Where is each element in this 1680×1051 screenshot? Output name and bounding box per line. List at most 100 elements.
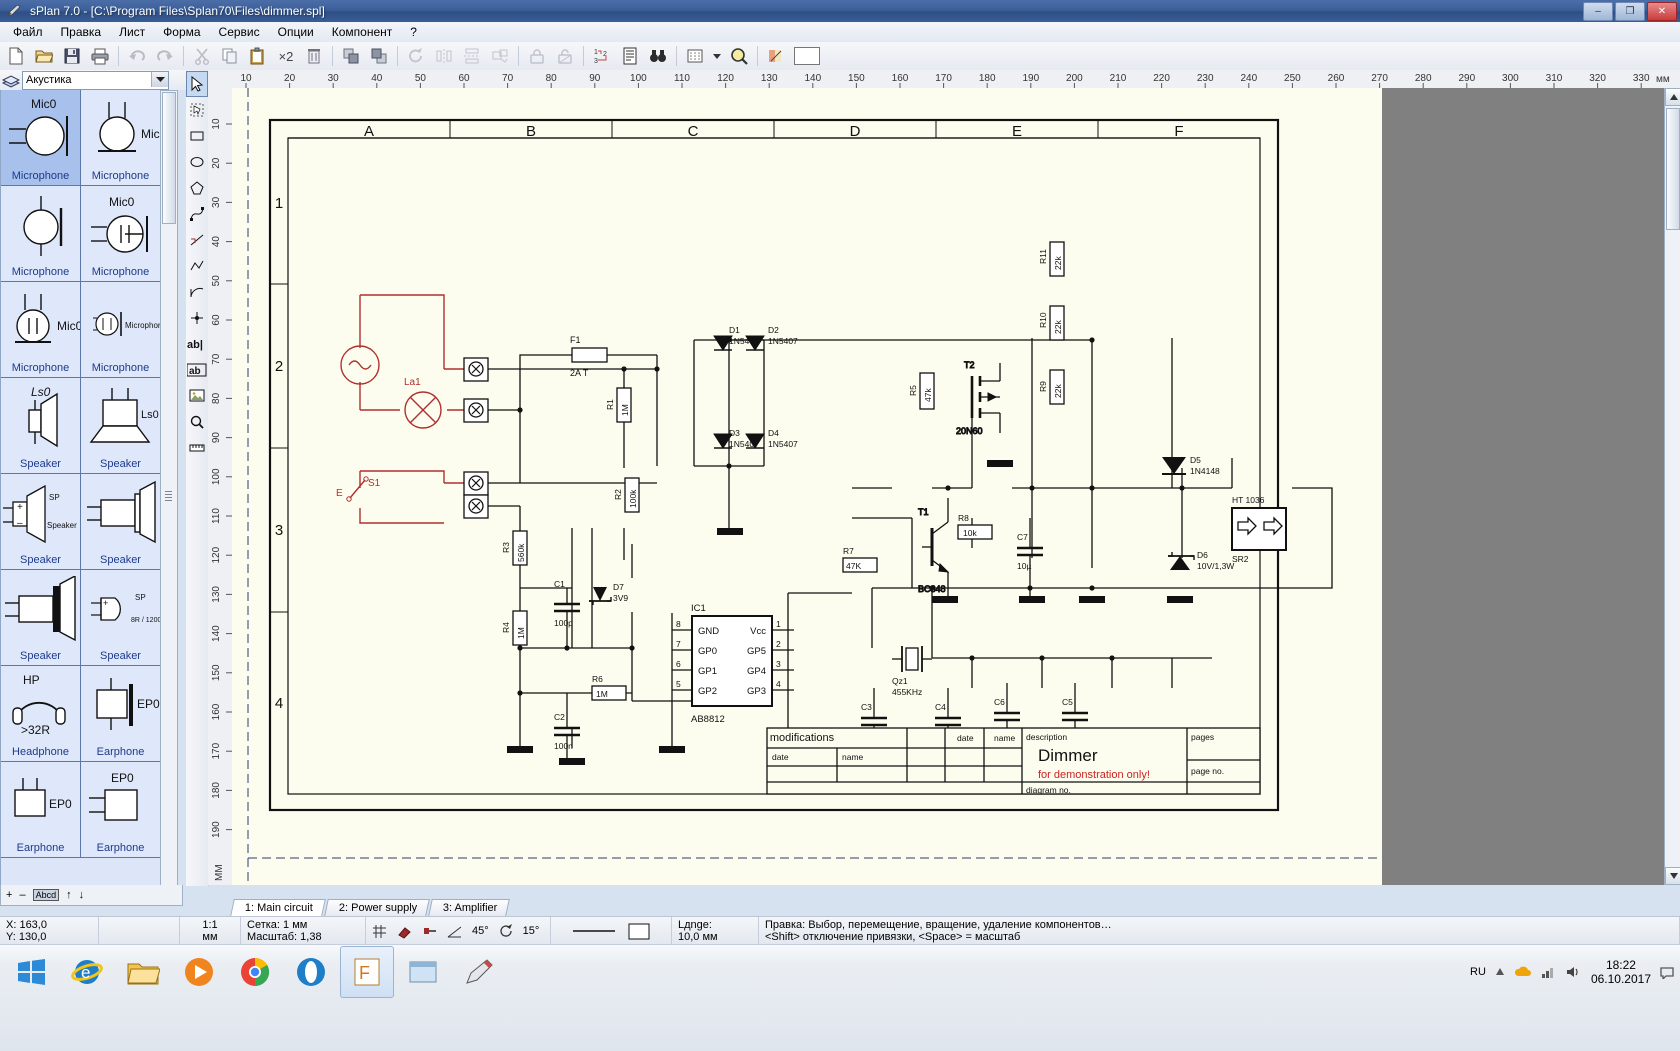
chevron-down-icon[interactable] xyxy=(151,71,168,87)
text-tool[interactable]: ab| xyxy=(186,331,208,357)
show-hidden-icons-icon[interactable] xyxy=(1495,967,1505,977)
minimize-button[interactable]: – xyxy=(1583,2,1613,21)
polyline-tool[interactable] xyxy=(186,253,208,279)
grid-toggle-icon[interactable] xyxy=(372,924,387,939)
file-explorer-icon[interactable] xyxy=(116,946,170,998)
auto-number-icon[interactable]: 123 xyxy=(589,43,615,69)
media-player-icon[interactable] xyxy=(172,946,226,998)
rename-component-button[interactable]: Abcd xyxy=(32,889,60,901)
grid-dropdown-chevron-down-icon[interactable] xyxy=(710,43,724,69)
network-icon[interactable] xyxy=(1541,965,1557,979)
zoom-magnifier-icon[interactable] xyxy=(726,43,752,69)
eraser-icon[interactable] xyxy=(397,924,412,939)
remove-component-button[interactable]: – xyxy=(19,889,25,901)
mirror-vertical-icon[interactable] xyxy=(459,43,485,69)
unlock-icon[interactable] xyxy=(552,43,578,69)
menu-item-file[interactable]: Файл xyxy=(4,23,52,41)
splan-icon[interactable]: F xyxy=(340,946,394,998)
volume-icon[interactable] xyxy=(1566,965,1582,979)
bring-to-front-icon[interactable] xyxy=(338,43,364,69)
palette-item-speaker-3[interactable]: + – SP Speaker Speaker xyxy=(1,474,81,570)
palette-item-microphone-1[interactable]: Mic0 Microphone xyxy=(1,90,81,186)
ellipse-tool[interactable] xyxy=(186,149,208,175)
action-center-icon[interactable] xyxy=(1660,965,1674,979)
tray-language[interactable]: RU xyxy=(1470,966,1486,978)
palette-item-speaker-1[interactable]: Ls0 Speaker xyxy=(1,378,81,474)
move-down-button[interactable]: ↓ xyxy=(79,889,85,901)
start-button-icon[interactable] xyxy=(4,946,58,998)
menu-item-options[interactable]: Опции xyxy=(269,23,323,41)
tab-power-supply[interactable]: 2: Power supply xyxy=(324,899,430,916)
scrollbar-thumb[interactable] xyxy=(1666,108,1680,230)
tab-amplifier[interactable]: 3: Amplifier xyxy=(428,899,511,916)
palette-item-headphone-1[interactable]: HP >32R Headphone xyxy=(1,666,81,762)
taskbar-clock[interactable]: 18:22 06.10.2017 xyxy=(1591,958,1651,986)
find-binoculars-icon[interactable] xyxy=(645,43,671,69)
new-file-icon[interactable] xyxy=(3,43,29,69)
line-style-icon[interactable] xyxy=(572,927,616,935)
undo-icon[interactable] xyxy=(124,43,150,69)
drawing-sheet[interactable]: ABC DEF 1234 La1 S1 E F1 2A T D1 1N5407 … xyxy=(232,88,1382,885)
rotate-step-icon[interactable] xyxy=(499,924,513,938)
canvas-vertical-scrollbar[interactable] xyxy=(1664,88,1680,885)
group-icon[interactable] xyxy=(487,43,513,69)
junction-tool[interactable] xyxy=(186,305,208,331)
palette-item-microphone-2[interactable]: Mic0 Microphone xyxy=(81,90,161,186)
schematic-drawing[interactable]: ABC DEF 1234 La1 S1 E F1 2A T D1 1N5407 … xyxy=(232,88,1382,885)
close-button[interactable]: ✕ xyxy=(1647,2,1677,21)
save-file-icon[interactable] xyxy=(59,43,85,69)
line-tool[interactable] xyxy=(186,227,208,253)
internet-explorer-icon[interactable]: e xyxy=(60,946,114,998)
delete-icon[interactable] xyxy=(301,43,327,69)
select-tool[interactable] xyxy=(186,71,208,97)
cut-icon[interactable] xyxy=(189,43,215,69)
rectangle-tool[interactable] xyxy=(186,123,208,149)
scroll-up-arrow-icon[interactable] xyxy=(1665,88,1680,106)
polygon-tool[interactable] xyxy=(186,175,208,201)
angle-snap-icon[interactable] xyxy=(447,925,462,938)
fill-style-icon[interactable] xyxy=(628,922,650,940)
measure-ruler-tool[interactable] xyxy=(186,435,208,461)
textbox-tool[interactable]: ab xyxy=(186,357,208,383)
palette-item-microphone-4[interactable]: Mic0 Microphone xyxy=(81,186,161,282)
zoom-tool[interactable] xyxy=(186,409,208,435)
palette-item-speaker-5[interactable]: Speaker xyxy=(1,570,81,666)
parts-list-icon[interactable] xyxy=(617,43,643,69)
copy-icon[interactable] xyxy=(217,43,243,69)
palette-item-microphone-5[interactable]: Mic0 Microphone xyxy=(1,282,81,378)
scroll-down-arrow-icon[interactable] xyxy=(1665,867,1680,885)
schematic-canvas[interactable]: ABC DEF 1234 La1 S1 E F1 2A T D1 1N5407 … xyxy=(232,88,1664,885)
send-to-back-icon[interactable] xyxy=(366,43,392,69)
menu-item-component[interactable]: Компонент xyxy=(323,23,402,41)
maximize-button[interactable]: ❐ xyxy=(1615,2,1645,21)
palette-item-speaker-4[interactable]: Speaker xyxy=(81,474,161,570)
palette-item-earphone-3[interactable]: EP0 Earphone xyxy=(81,762,161,858)
arc-tool[interactable] xyxy=(186,279,208,305)
pin-icon[interactable] xyxy=(422,924,437,939)
marquee-select-tool[interactable] xyxy=(186,97,208,123)
menu-item-service[interactable]: Сервис xyxy=(210,23,269,41)
menu-item-edit[interactable]: Правка xyxy=(52,23,111,41)
bezier-tool[interactable] xyxy=(186,201,208,227)
menu-item-sheet[interactable]: Лист xyxy=(110,23,154,41)
image-tool[interactable] xyxy=(186,383,208,409)
redo-icon[interactable] xyxy=(152,43,178,69)
paste-icon[interactable] xyxy=(245,43,271,69)
move-up-button[interactable]: ↑ xyxy=(66,889,72,901)
palette-item-earphone-2[interactable]: EP0 Earphone xyxy=(1,762,81,858)
color-swatch-icon[interactable] xyxy=(791,43,823,69)
palette-scrollbar-grip[interactable] xyxy=(165,491,172,503)
rotate-icon[interactable] xyxy=(403,43,429,69)
chrome-icon[interactable] xyxy=(228,946,282,998)
folder-window-icon[interactable] xyxy=(396,946,450,998)
library-select[interactable]: Акустика xyxy=(22,70,169,90)
menu-item-help[interactable]: ? xyxy=(401,23,426,41)
opera-icon[interactable] xyxy=(284,946,338,998)
onedrive-icon[interactable] xyxy=(1514,965,1532,979)
open-file-icon[interactable] xyxy=(31,43,57,69)
palette-item-microphone-6[interactable]: Microphone Microphone xyxy=(81,282,161,378)
mirror-horizontal-icon[interactable] xyxy=(431,43,457,69)
palette-scrollbar-thumb[interactable] xyxy=(162,92,176,224)
palette-item-buzzer-1[interactable]: + SP 8R / 1200Hz Speaker xyxy=(81,570,161,666)
duplicate-x2-icon[interactable]: ×2 xyxy=(273,43,299,69)
